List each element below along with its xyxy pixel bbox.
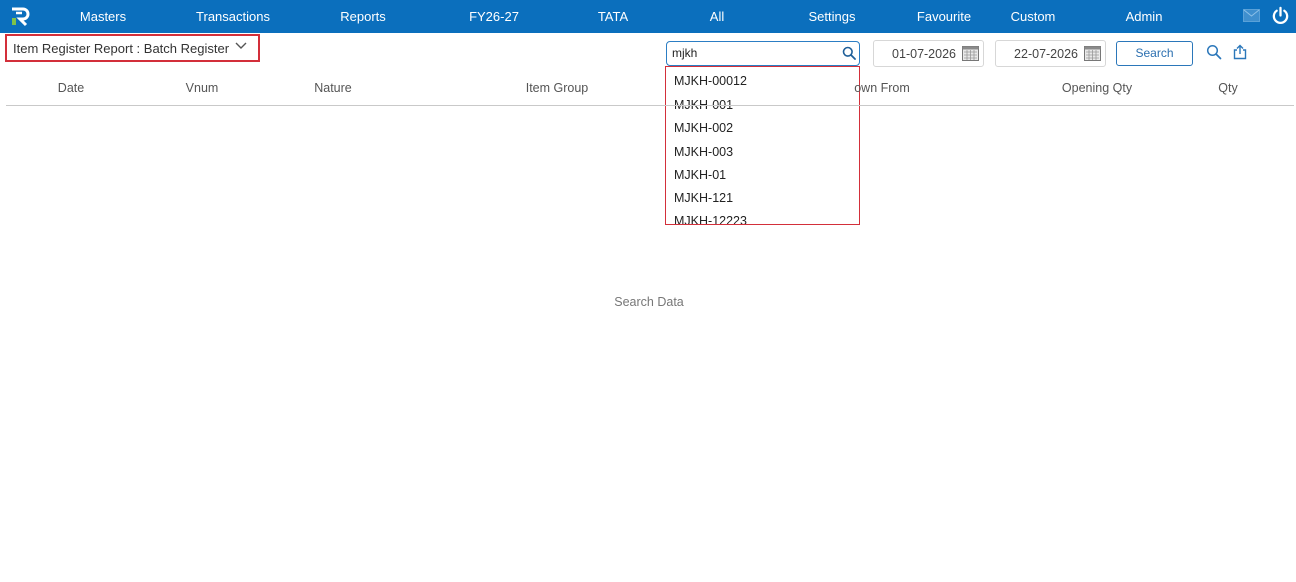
suggestion-item[interactable]: MJKH-12223 [674, 214, 747, 224]
nav-custom[interactable]: Custom [1011, 0, 1056, 33]
mail-icon[interactable] [1243, 9, 1260, 22]
export-share-icon[interactable] [1232, 44, 1248, 60]
nav-favourite[interactable]: Favourite [917, 0, 971, 33]
nav-transactions[interactable]: Transactions [196, 0, 270, 33]
column-header-nature: Nature [314, 81, 352, 95]
to-date-value: 22-07-2026 [1014, 47, 1078, 61]
suggestion-item[interactable]: MJKH-121 [674, 191, 733, 205]
column-header-item-group: Item Group [525, 81, 589, 95]
search-icon[interactable] [842, 46, 856, 60]
item-suggestion-list[interactable]: MJKH-00012 MJKH-001 MJKH-002 MJKH-003 MJ… [665, 66, 860, 225]
nav-company[interactable]: TATA [598, 0, 628, 33]
item-search-input[interactable] [672, 46, 832, 60]
table-header-divider [6, 105, 1294, 106]
suggestion-item[interactable]: MJKH-002 [674, 121, 733, 135]
to-date-field[interactable]: 22-07-2026 [995, 40, 1106, 67]
calendar-icon[interactable] [962, 46, 979, 61]
chevron-down-icon [235, 42, 247, 49]
calendar-icon[interactable] [1084, 46, 1101, 61]
search-icon[interactable] [1206, 44, 1222, 60]
search-button[interactable]: Search [1116, 41, 1193, 66]
suggestion-item[interactable]: MJKH-003 [674, 145, 733, 159]
column-header-vnum: Vnum [185, 81, 219, 95]
app-logo-icon[interactable] [10, 7, 30, 27]
power-icon[interactable] [1271, 6, 1290, 25]
nav-financial-year[interactable]: FY26-27 [469, 0, 519, 33]
report-type-dropdown[interactable]: Item Register Report : Batch Register [5, 34, 260, 62]
suggestion-item[interactable]: MJKH-01 [674, 168, 726, 182]
nav-reports[interactable]: Reports [340, 0, 386, 33]
from-date-field[interactable]: 01-07-2026 [873, 40, 984, 67]
suggestion-item[interactable]: MJKH-00012 [674, 74, 747, 88]
nav-all[interactable]: All [710, 0, 724, 33]
column-header-opening-qty: Opening Qty [1061, 81, 1133, 95]
report-type-label: Item Register Report : Batch Register [13, 40, 230, 56]
nav-masters[interactable]: Masters [80, 0, 126, 33]
column-header-shown-from: own From [854, 81, 910, 95]
top-nav-bar: Masters Transactions Reports FY26-27 TAT… [0, 0, 1296, 33]
empty-state-message: Search Data [614, 295, 684, 309]
nav-settings[interactable]: Settings [809, 0, 856, 33]
item-search-box[interactable] [666, 41, 860, 66]
nav-admin[interactable]: Admin [1126, 0, 1163, 33]
column-header-date: Date [57, 81, 85, 95]
from-date-value: 01-07-2026 [892, 47, 956, 61]
column-header-qty: Qty [1218, 81, 1238, 95]
